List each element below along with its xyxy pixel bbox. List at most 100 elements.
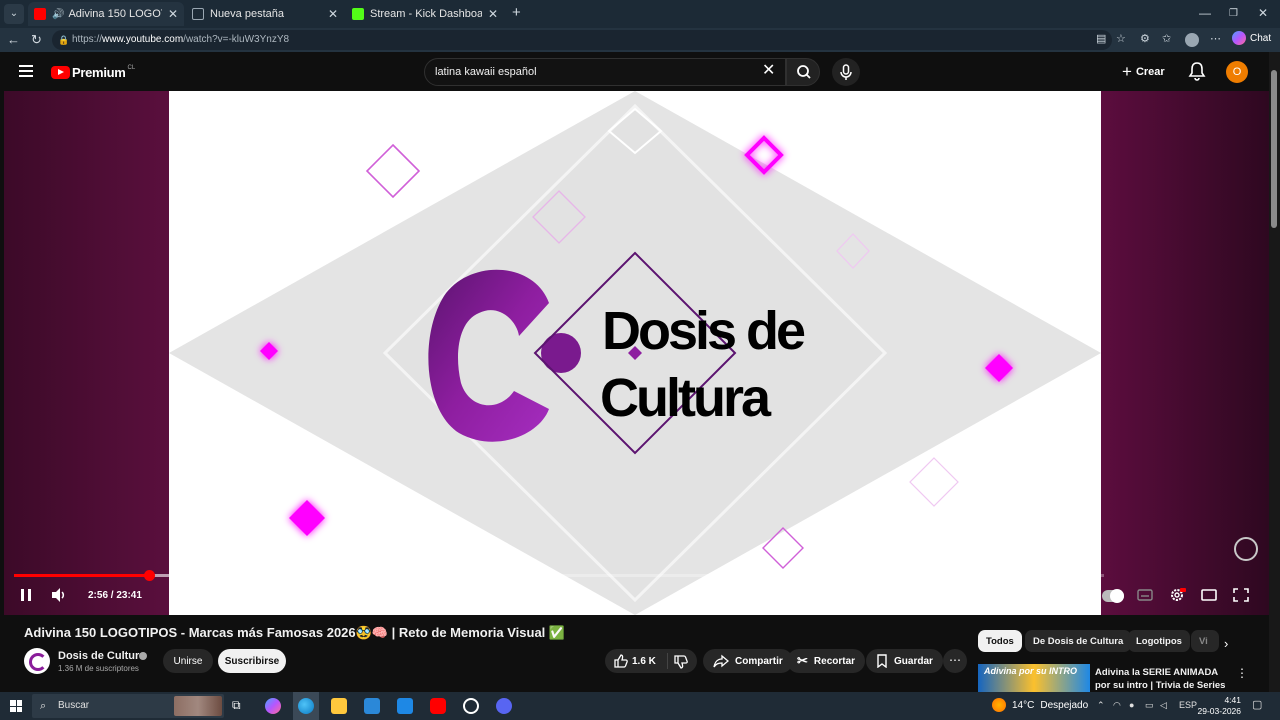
recommendation-title[interactable]: Adivina la SERIE ANIMADA por su intro | … [1095, 666, 1230, 692]
microphone-icon[interactable]: ● [1129, 700, 1134, 710]
recommendation-thumbnail[interactable]: Adivina por su INTRO [978, 664, 1090, 694]
scrollbar-thumb[interactable] [1271, 70, 1277, 228]
channel-name[interactable]: Dosis de Cultura [58, 650, 145, 662]
fullscreen-button[interactable] [1232, 587, 1250, 608]
chevron-right-icon[interactable]: › [1224, 636, 1228, 651]
close-tab-icon[interactable]: ✕ [488, 7, 498, 21]
network-icon[interactable]: ▭ [1145, 700, 1154, 711]
close-window-icon[interactable]: ✕ [1258, 6, 1268, 20]
notifications-bell-icon[interactable] [1188, 61, 1206, 86]
like-dislike-group: 1.6 K [605, 649, 697, 673]
wifi-icon[interactable]: ◠ [1113, 700, 1121, 711]
volume-button[interactable] [50, 587, 68, 608]
favorite-star-icon[interactable]: ☆ [1116, 32, 1126, 45]
obs-icon[interactable] [463, 698, 479, 714]
clip-label: Recortar [813, 655, 856, 667]
save-button[interactable]: Guardar [866, 649, 943, 673]
notification-center-icon[interactable]: ▢ [1252, 698, 1262, 711]
youtube-app-icon[interactable] [430, 698, 446, 714]
site-info-icon[interactable]: 🔒 [58, 30, 69, 50]
discord-icon[interactable] [496, 698, 512, 714]
scissors-icon: ✂ [797, 653, 808, 668]
tab-youtube[interactable]: 🔊 Adivina 150 LOGOTIPOS - Ma ✕ [28, 2, 184, 26]
weather-widget[interactable]: 14°C Despejado [992, 698, 1088, 712]
restore-icon[interactable]: ❐ [1229, 8, 1238, 19]
share-arrow-icon [713, 654, 729, 668]
hamburger-menu-icon[interactable] [19, 65, 33, 77]
url-input[interactable]: 🔒 https://www.youtube.com/watch?v=-kluW3… [52, 30, 1112, 50]
tray-chevron-up-icon[interactable]: ⌃ [1097, 700, 1105, 711]
settings-button[interactable] [1168, 587, 1186, 608]
tab-list-chevron-icon[interactable]: ⌄ [4, 4, 24, 24]
tab-kick[interactable]: Stream - Kick Dashboard ✕ [346, 2, 504, 26]
chip-logotipos[interactable]: Logotipos [1128, 630, 1190, 652]
favorites-icon[interactable]: ✩ [1162, 32, 1171, 45]
pause-button[interactable] [19, 587, 33, 608]
autoplay-toggle[interactable] [1102, 589, 1124, 603]
tab-new-tab[interactable]: Nueva pestaña ✕ [186, 2, 344, 26]
speaker-icon[interactable]: ◁ [1160, 700, 1167, 711]
minimize-icon[interactable]: — [1199, 6, 1211, 20]
clear-search-icon[interactable]: ✕ [762, 62, 775, 80]
windows-start-icon[interactable] [10, 700, 22, 712]
voice-search-button[interactable] [832, 58, 860, 86]
recommendation-menu-icon[interactable]: ⋮ [1236, 666, 1248, 680]
reader-mode-icon[interactable]: ▤ [1096, 32, 1106, 45]
mail-icon[interactable] [397, 698, 413, 714]
tab-title: Stream - Kick Dashboard [370, 8, 482, 20]
thumbs-up-icon[interactable] [613, 653, 629, 669]
profile-icon[interactable] [1185, 33, 1199, 47]
channel-avatar[interactable] [24, 648, 50, 674]
youtube-header: Premium CL latina kawaii español ✕ + Cre… [0, 52, 1280, 92]
kick-favicon-icon [352, 8, 364, 20]
thumbs-down-icon[interactable] [673, 654, 689, 670]
address-bar-row: ← ↻ 🔒 https://www.youtube.com/watch?v=-k… [0, 28, 1280, 52]
language-indicator[interactable]: ESP [1179, 700, 1197, 710]
microphone-icon [840, 64, 852, 80]
url-prefix: https:// [72, 34, 103, 45]
task-view-icon[interactable]: ⧉ [232, 698, 248, 714]
subscribe-button[interactable]: Suscribirse [218, 649, 286, 673]
share-button[interactable]: Compartir [703, 649, 793, 673]
copilot-chat-button[interactable]: Chat [1232, 31, 1271, 45]
video-frame: Dosis de Cultura [169, 91, 1101, 615]
search-button[interactable] [786, 58, 820, 86]
save-label: Guardar [894, 655, 933, 667]
edge-browser-icon[interactable] [298, 698, 314, 714]
gear-icon [1171, 588, 1186, 601]
like-count[interactable]: 1.6 K [632, 656, 656, 667]
more-actions-icon[interactable]: ⋯ [943, 649, 967, 673]
extensions-icon[interactable]: ⚙ [1140, 32, 1150, 45]
new-tab-plus-icon[interactable]: + [512, 4, 521, 21]
file-explorer-icon[interactable] [331, 698, 347, 714]
progress-played [14, 574, 149, 577]
taskbar-search-input[interactable]: ⌕ Buscar [32, 694, 224, 718]
search-input[interactable]: latina kawaii español [424, 58, 786, 86]
subtitles-button[interactable] [1136, 587, 1154, 608]
account-avatar[interactable]: O [1226, 61, 1248, 83]
create-button[interactable]: + Crear [1122, 61, 1165, 83]
reload-icon[interactable]: ↻ [31, 32, 42, 48]
bell-icon [1188, 62, 1206, 81]
channel-watermark-icon[interactable] [1234, 537, 1258, 561]
close-tab-icon[interactable]: ✕ [328, 7, 338, 21]
close-tab-icon[interactable]: ✕ [168, 7, 178, 21]
copilot-icon[interactable] [265, 698, 281, 714]
search-icon: ⌕ [40, 700, 47, 712]
chip-all[interactable]: Todos [978, 630, 1022, 652]
clip-button[interactable]: ✂ Recortar [787, 649, 866, 673]
chip-from-channel[interactable]: De Dosis de Cultura [1025, 630, 1132, 652]
video-player[interactable]: Dosis de Cultura 2:56 / 23:41 [4, 91, 1269, 615]
bookmark-icon [877, 654, 887, 668]
more-menu-icon[interactable]: ⋯ [1210, 32, 1221, 45]
join-button[interactable]: Unirse [163, 649, 213, 673]
theater-mode-button[interactable] [1200, 587, 1218, 608]
taskbar-clock[interactable]: 4:41 29-03-2026 [1197, 695, 1241, 717]
back-arrow-icon[interactable]: ← [7, 32, 20, 48]
fullscreen-icon [1233, 588, 1249, 602]
chip-partial[interactable]: Vi [1191, 630, 1219, 652]
microsoft-store-icon[interactable] [364, 698, 380, 714]
progress-scrubber[interactable] [144, 570, 155, 581]
youtube-logo[interactable]: Premium CL [51, 65, 135, 80]
weather-temp: 14°C [1012, 699, 1035, 711]
